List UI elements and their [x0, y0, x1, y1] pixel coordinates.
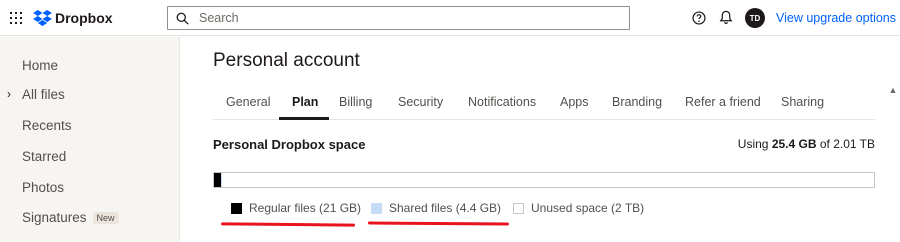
tab-notifications[interactable]: Notifications	[468, 95, 536, 109]
search-box[interactable]	[167, 6, 630, 30]
legend-label: Shared files (4.4 GB)	[389, 201, 502, 215]
tab-bar: General Plan Billing Security Notificati…	[213, 86, 875, 120]
tab-security[interactable]: Security	[398, 95, 443, 109]
chevron-right-icon[interactable]: ›	[7, 87, 11, 101]
usage-bar-regular-segment	[214, 173, 221, 187]
storage-usage-text: Using 25.4 GB of 2.01 TB	[738, 137, 875, 151]
active-tab-indicator	[279, 117, 329, 120]
page-title: Personal account	[213, 50, 360, 71]
shared-files-swatch	[371, 202, 382, 214]
sidebar-item-label: Home	[22, 58, 59, 73]
unused-space-swatch	[513, 202, 524, 214]
sidebar-item-recents[interactable]: Recents	[22, 118, 72, 133]
regular-files-swatch	[231, 202, 242, 214]
view-upgrade-options-link[interactable]: View upgrade options	[776, 11, 896, 25]
sidebar-item-label: Recents	[22, 118, 72, 133]
apps-grid-icon[interactable]	[10, 12, 22, 24]
usage-prefix: Using	[737, 137, 772, 151]
tab-sharing[interactable]: Sharing	[781, 95, 824, 109]
sidebar-item-all-files[interactable]: All files	[22, 87, 65, 102]
top-bar: Dropbox TD View upgrade options	[0, 0, 900, 36]
tab-general[interactable]: General	[226, 95, 270, 109]
sidebar-item-label: Photos	[22, 180, 65, 195]
sidebar-item-photos[interactable]: Photos	[22, 180, 64, 195]
bell-icon[interactable]	[719, 10, 733, 25]
red-underline-annotation	[367, 221, 510, 226]
sidebar-item-label: Signatures	[22, 210, 87, 225]
dropbox-logo-icon	[33, 10, 52, 26]
legend-unused-space: Unused space (2 TB)	[513, 201, 644, 215]
sidebar: Home › All files Recents Starred Photos …	[0, 37, 180, 242]
sidebar-item-label: All files	[22, 87, 65, 102]
help-icon[interactable]	[692, 11, 706, 25]
usage-suffix: of 2.01 TB	[816, 137, 875, 151]
sidebar-item-starred[interactable]: Starred	[22, 149, 66, 164]
tab-plan[interactable]: Plan	[292, 95, 318, 109]
new-badge: New	[92, 211, 119, 224]
scroll-up-arrow-icon[interactable]: ▲	[887, 84, 899, 96]
tab-apps[interactable]: Apps	[560, 95, 589, 109]
app-name: Dropbox	[55, 10, 113, 26]
legend-regular-files: Regular files (21 GB)	[231, 201, 361, 215]
section-title: Personal Dropbox space	[213, 137, 366, 152]
tab-refer-a-friend[interactable]: Refer a friend	[685, 95, 761, 109]
red-underline-annotation	[220, 222, 356, 227]
tab-billing[interactable]: Billing	[339, 95, 372, 109]
legend-label: Unused space (2 TB)	[531, 201, 645, 215]
dropbox-logo[interactable]: Dropbox	[33, 9, 113, 27]
legend-label: Regular files (21 GB)	[249, 201, 362, 215]
legend-shared-files: Shared files (4.4 GB)	[371, 201, 501, 215]
search-icon	[176, 12, 189, 25]
tab-branding[interactable]: Branding	[612, 95, 662, 109]
usage-amount: 25.4 GB	[771, 137, 817, 151]
avatar[interactable]: TD	[745, 8, 765, 28]
search-input[interactable]	[199, 11, 599, 25]
storage-usage-bar	[213, 172, 875, 188]
sidebar-item-signatures[interactable]: Signatures New	[22, 210, 119, 225]
sidebar-item-home[interactable]: Home	[22, 58, 58, 73]
sidebar-item-label: Starred	[22, 149, 67, 164]
usage-bar-shared-segment	[221, 173, 222, 187]
